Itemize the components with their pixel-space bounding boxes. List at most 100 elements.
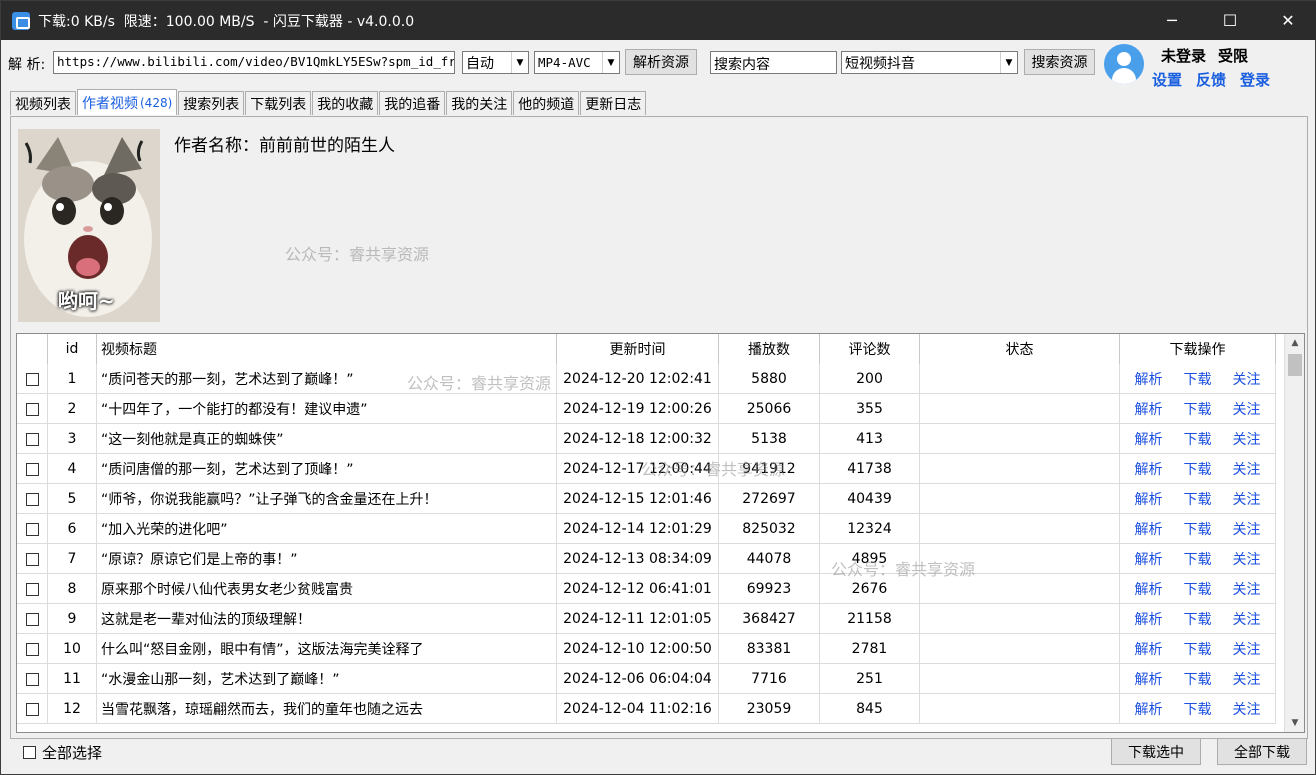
tab-my-bangumi[interactable]: 我的追番 — [379, 91, 446, 115]
row-download-link[interactable]: 下载 — [1184, 609, 1212, 629]
row-parse-link[interactable]: 解析 — [1135, 609, 1163, 629]
chevron-down-icon[interactable]: ▼ — [1000, 52, 1017, 73]
row-follow-link[interactable]: 关注 — [1233, 639, 1261, 659]
row-checkbox[interactable] — [25, 402, 39, 416]
row-download-link[interactable]: 下载 — [1184, 369, 1212, 389]
chevron-down-icon[interactable]: ▼ — [602, 52, 619, 73]
scroll-up-icon[interactable]: ▲ — [1285, 334, 1304, 352]
row-follow-link[interactable]: 关注 — [1233, 669, 1261, 689]
table-row[interactable]: 6 “加入光荣的进化吧” 2024-12-14 12:01:29 825032 1232… — [17, 514, 1276, 544]
row-checkbox[interactable] — [25, 612, 39, 626]
row-check-cell[interactable] — [17, 394, 48, 424]
row-parse-link[interactable]: 解析 — [1135, 549, 1163, 569]
close-button[interactable]: ✕ — [1259, 1, 1316, 40]
row-parse-link[interactable]: 解析 — [1135, 489, 1163, 509]
row-download-link[interactable]: 下载 — [1184, 459, 1212, 479]
table-row[interactable]: 2 “十四年了，一个能打的都没有！建议申遗” 2024-12-19 12:00:26… — [17, 394, 1276, 424]
search-button[interactable]: 搜索资源 — [1024, 49, 1095, 75]
format-select[interactable]: MP4-AVC ▼ — [534, 51, 620, 74]
tab-changelog[interactable]: 更新日志 — [580, 91, 647, 115]
row-follow-link[interactable]: 关注 — [1233, 549, 1261, 569]
checkbox[interactable] — [23, 746, 36, 759]
row-download-link[interactable]: 下载 — [1184, 429, 1212, 449]
row-check-cell[interactable] — [17, 664, 48, 694]
row-checkbox[interactable] — [25, 642, 39, 656]
row-parse-link[interactable]: 解析 — [1135, 399, 1163, 419]
row-follow-link[interactable]: 关注 — [1233, 489, 1261, 509]
row-parse-link[interactable]: 解析 — [1135, 429, 1163, 449]
tab-his-channel[interactable]: 他的频道 — [513, 91, 580, 115]
row-checkbox[interactable] — [25, 702, 39, 716]
row-download-link[interactable]: 下载 — [1184, 549, 1212, 569]
row-check-cell[interactable] — [17, 544, 48, 574]
row-download-link[interactable]: 下载 — [1184, 579, 1212, 599]
platform-select[interactable]: 短视频抖音 ▼ — [841, 51, 1018, 74]
row-checkbox[interactable] — [25, 552, 39, 566]
table-row[interactable]: 11 “水漫金山那一刻，艺术达到了巅峰！” 2024-12-06 06:04:04 7… — [17, 664, 1276, 694]
user-avatar-icon[interactable] — [1104, 44, 1144, 84]
row-parse-link[interactable]: 解析 — [1135, 369, 1163, 389]
search-input[interactable]: 搜索内容 — [710, 51, 837, 74]
table-row[interactable]: 12 当雪花飘落，琼瑶翩然而去，我们的童年也随之远去 2024-12-04 11:0… — [17, 694, 1276, 724]
table-row[interactable]: 7 “原谅？原谅它们是上帝的事！” 2024-12-13 08:34:09 44078… — [17, 544, 1276, 574]
col-header-status[interactable]: 状态 — [920, 334, 1120, 364]
row-parse-link[interactable]: 解析 — [1135, 669, 1163, 689]
table-row[interactable]: 9 这就是老一辈对仙法的顶级理解！ 2024-12-11 12:01:05 36842… — [17, 604, 1276, 634]
feedback-link[interactable]: 反馈 — [1196, 69, 1226, 90]
row-follow-link[interactable]: 关注 — [1233, 609, 1261, 629]
col-header-comments[interactable]: 评论数 — [820, 334, 920, 364]
row-follow-link[interactable]: 关注 — [1233, 519, 1261, 539]
download-selected-button[interactable]: 下载选中 — [1111, 738, 1201, 765]
select-all-checkbox[interactable]: 全部选择 — [23, 742, 102, 763]
row-follow-link[interactable]: 关注 — [1233, 399, 1261, 419]
tab-video-list[interactable]: 视频列表 — [10, 91, 76, 115]
row-parse-link[interactable]: 解析 — [1135, 699, 1163, 719]
row-check-cell[interactable] — [17, 604, 48, 634]
minimize-button[interactable]: ─ — [1143, 1, 1201, 40]
row-parse-link[interactable]: 解析 — [1135, 579, 1163, 599]
col-header-id[interactable]: id — [48, 334, 97, 364]
scroll-down-icon[interactable]: ▼ — [1285, 714, 1304, 732]
row-follow-link[interactable]: 关注 — [1233, 429, 1261, 449]
row-check-cell[interactable] — [17, 424, 48, 454]
row-check-cell[interactable] — [17, 694, 48, 724]
row-download-link[interactable]: 下载 — [1184, 399, 1212, 419]
download-all-button[interactable]: 全部下载 — [1217, 738, 1307, 765]
row-follow-link[interactable]: 关注 — [1233, 369, 1261, 389]
row-check-cell[interactable] — [17, 364, 48, 394]
row-parse-link[interactable]: 解析 — [1135, 639, 1163, 659]
table-scrollbar[interactable]: ▲ ▼ — [1284, 334, 1304, 732]
tab-my-follows[interactable]: 我的关注 — [446, 91, 513, 115]
row-check-cell[interactable] — [17, 574, 48, 604]
row-checkbox[interactable] — [25, 462, 39, 476]
table-row[interactable]: 10 什么叫“怒目金刚，眼中有情”，这版法海完美诠释了 2024-12-10 12:… — [17, 634, 1276, 664]
row-download-link[interactable]: 下载 — [1184, 699, 1212, 719]
table-row[interactable]: 5 “师爷，你说我能赢吗？”让子弹飞的含金量还在上升！ 2024-12-15 12:… — [17, 484, 1276, 514]
row-follow-link[interactable]: 关注 — [1233, 459, 1261, 479]
table-row[interactable]: 8 原来那个时候八仙代表男女老少贫贱富贵 2024-12-12 06:41:01 69… — [17, 574, 1276, 604]
quality-select[interactable]: 自动 ▼ — [462, 51, 529, 74]
row-download-link[interactable]: 下载 — [1184, 669, 1212, 689]
row-check-cell[interactable] — [17, 514, 48, 544]
row-download-link[interactable]: 下载 — [1184, 489, 1212, 509]
col-header-title[interactable]: 视频标题 — [97, 334, 557, 364]
row-check-cell[interactable] — [17, 454, 48, 484]
row-download-link[interactable]: 下载 — [1184, 639, 1212, 659]
chevron-down-icon[interactable]: ▼ — [511, 52, 528, 73]
row-checkbox[interactable] — [25, 522, 39, 536]
col-header-plays[interactable]: 播放数 — [719, 334, 820, 364]
settings-link[interactable]: 设置 — [1152, 69, 1182, 90]
row-checkbox[interactable] — [25, 672, 39, 686]
row-check-cell[interactable] — [17, 484, 48, 514]
parse-button[interactable]: 解析资源 — [625, 49, 697, 75]
login-link[interactable]: 登录 — [1240, 69, 1270, 90]
row-checkbox[interactable] — [25, 372, 39, 386]
maximize-button[interactable]: ☐ — [1201, 1, 1259, 40]
col-header-time[interactable]: 更新时间 — [557, 334, 719, 364]
row-parse-link[interactable]: 解析 — [1135, 519, 1163, 539]
tab-download-list[interactable]: 下载列表 — [245, 91, 312, 115]
tab-search-list[interactable]: 搜索列表 — [178, 91, 245, 115]
table-row[interactable]: 3 “这一刻他就是真正的蜘蛛侠” 2024-12-18 12:00:32 5138 41… — [17, 424, 1276, 454]
table-row[interactable]: 1 “质问苍天的那一刻，艺术达到了巅峰！” 2024-12-20 12:02:41 5… — [17, 364, 1276, 394]
col-header-ops[interactable]: 下载操作 — [1120, 334, 1276, 364]
